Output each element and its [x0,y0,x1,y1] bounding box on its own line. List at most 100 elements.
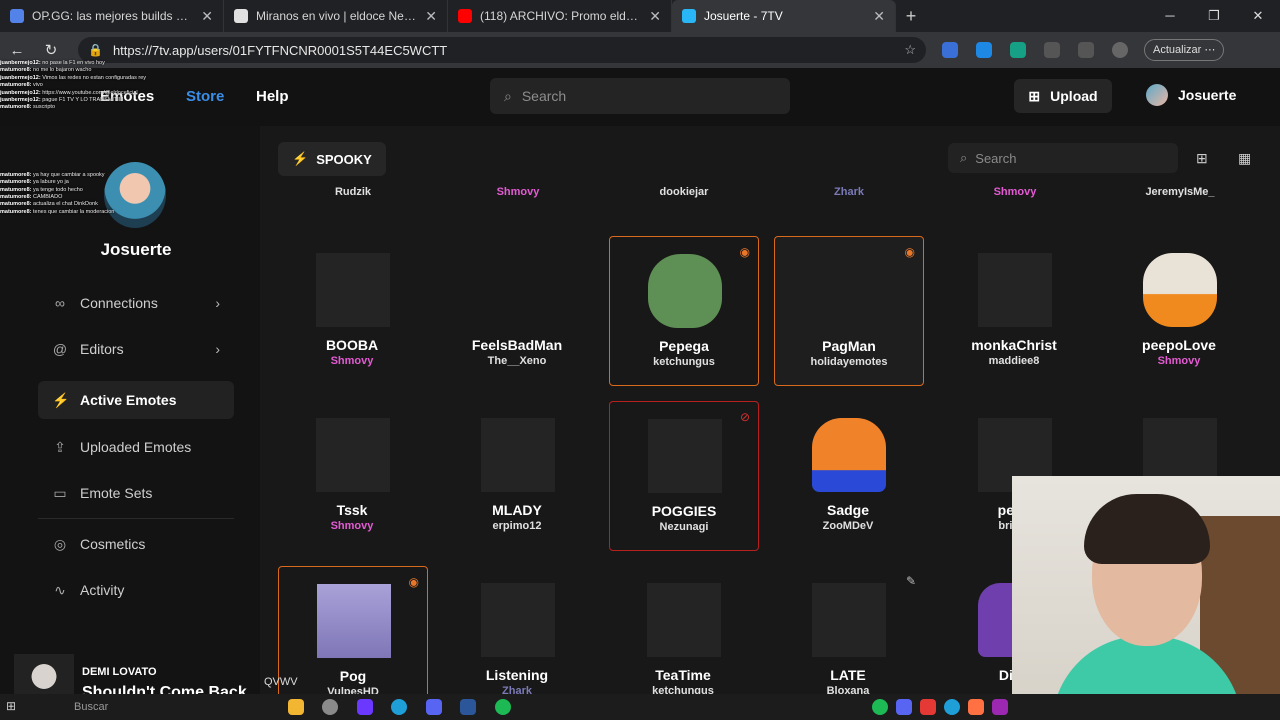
folder-icon: ▭ [53,484,67,501]
list-view-icon[interactable]: ▦ [1238,150,1251,167]
emote-author: ketchungus [652,685,714,694]
sidebar-item-label: Editors [80,341,124,357]
translate-extension-icon[interactable] [942,42,958,58]
discord-icon[interactable] [426,699,442,715]
emote-card-selected[interactable]: ◉ PagMan holidayemotes [774,236,924,386]
sidebar-item-uploaded-emotes[interactable]: ⇪ Uploaded Emotes [38,428,234,466]
emote-name: POGGIES [651,503,717,519]
close-tab-icon[interactable]: ✕ [873,8,885,25]
sidebar-item-label: Activity [80,582,125,598]
chat-line: juanbermejo12: https://www.youtube.com/@… [0,89,138,96]
sidebar-item-connections[interactable]: ∞ Connections › [38,284,234,322]
emote-card[interactable]: peepoLove Shmovy [1105,236,1255,386]
emote-card[interactable]: monkaChrist maddiee8 [940,236,1090,386]
emote-author: Zhark [834,186,864,198]
extension-icon[interactable] [976,42,992,58]
file-explorer-icon[interactable] [288,699,304,715]
browser-tab[interactable]: (118) ARCHIVO: Promo eldoce 6 a ✕ [448,0,672,32]
extension-icon[interactable] [1010,42,1026,58]
windows-start-icon[interactable]: ⊞ [6,699,16,713]
emote-card[interactable]: BOOBA Shmovy [278,236,428,386]
sidebar-item-emote-sets[interactable]: ▭ Emote Sets [38,474,234,512]
flame-icon: ◉ [904,245,915,259]
chat-line: matumore8: vivo [0,82,43,89]
activity-icon: ∿ [54,581,66,598]
sidebar-item-cosmetics[interactable]: ◎ Cosmetics [38,525,234,563]
minimize-icon[interactable]: ─ [1148,0,1192,32]
sidebar-item-label: Active Emotes [80,392,177,408]
tab-favicon-icon [10,9,24,23]
search-icon: ⌕ [504,87,512,104]
close-tab-icon[interactable]: ✕ [649,8,661,25]
new-tab-button[interactable]: + [896,6,926,27]
collections-icon[interactable] [1078,42,1094,58]
search-placeholder: Search [521,88,567,104]
user-menu[interactable]: Josuerte [1146,84,1236,106]
avatar [1146,84,1168,106]
discord-tray-icon[interactable] [896,699,912,715]
upload-icon: ⊞ [1028,87,1041,104]
tray-icon[interactable] [992,699,1008,715]
emote-card-selected[interactable]: ◉ Pepega ketchungus [609,236,759,386]
site-search-input[interactable]: ⌕ Search [490,78,790,114]
upload-label: Upload [1050,88,1098,104]
tab-title: OP.GG: las mejores builds y tier lis [32,9,193,23]
close-tab-icon[interactable]: ✕ [201,8,213,25]
nav-help[interactable]: Help [256,88,289,105]
emote-image [648,254,722,328]
profile-avatar-icon[interactable] [1112,42,1128,58]
sidebar-item-active-emotes[interactable]: ⚡ Active Emotes [38,381,234,419]
emote-author: Zhark [502,685,532,694]
emote-set-selector[interactable]: ⚡ SPOOKY [278,142,386,176]
emote-author: Shmovy [496,186,540,198]
emote-name: FeelsBadMan [471,337,563,353]
close-tab-icon[interactable]: ✕ [425,8,437,25]
reload-icon[interactable]: ↻ [34,41,68,59]
browser-tab[interactable]: OP.GG: las mejores builds y tier lis ✕ [0,0,224,32]
emote-card[interactable]: Sadge ZooMDeV [774,401,924,551]
word-icon[interactable] [460,699,476,715]
sidebar-item-activity[interactable]: ∿ Activity [38,571,234,609]
emote-image [978,253,1052,327]
sidebar-item-editors[interactable]: @ Editors › [38,330,234,368]
puzzle-icon[interactable] [1044,42,1060,58]
spotify-tray-icon[interactable] [872,699,888,715]
emote-name: Listening [485,667,549,683]
chat-line: matumore8: no me lo bajaron wacho [0,67,92,74]
emote-image [481,583,555,657]
chat-line: matumore8: suscripto [0,104,56,111]
emote-author: JeremyIsMe_ [1145,186,1215,198]
emote-card[interactable]: ✎ LATE Bloxana [774,566,924,694]
emote-card[interactable]: Listening Zhark [443,566,593,694]
close-window-icon[interactable]: ✕ [1236,0,1280,32]
tray-icon[interactable] [920,699,936,715]
emote-search-input[interactable]: ⌕ Search [948,143,1178,173]
spotify-icon[interactable] [495,699,511,715]
emote-card[interactable]: MLADY erpimo12 [443,401,593,551]
upload-button[interactable]: ⊞ Upload [1014,79,1112,113]
emote-card-conflict[interactable]: ⊘ POGGIES Nezunagi [609,401,759,551]
emote-card[interactable]: TeaTime ketchungus [609,566,759,694]
favorite-star-icon[interactable]: ☆ [904,42,916,58]
browser-tab-active[interactable]: Josuerte - 7TV ✕ [672,0,896,32]
maximize-icon[interactable]: ❐ [1192,0,1236,32]
chat-line: matumore8: actualiza el chat DinkDonk [0,201,98,208]
grid-view-icon[interactable]: ⊞ [1196,150,1208,167]
emote-author: holidayemotes [810,356,888,368]
edge-icon[interactable] [391,699,407,715]
tray-icon[interactable] [944,699,960,715]
update-button[interactable]: Actualizar ⋯ [1144,39,1225,61]
tray-icon[interactable] [968,699,984,715]
chat-line: matumore8: ya labure yo ja [0,179,69,186]
emote-card[interactable]: FeelsBadMan The__Xeno [443,236,593,386]
app-icon[interactable] [322,699,338,715]
emote-card-selected[interactable]: ◉ Pog VulpesHD [278,566,428,694]
taskbar-search[interactable]: Buscar [74,701,108,713]
emote-card[interactable]: Tssk Shmovy [278,401,428,551]
back-icon[interactable]: ← [0,42,34,59]
browser-tab[interactable]: Miranos en vivo | eldoce Neuquén ✕ [224,0,448,32]
emote-image [648,419,722,493]
app-icon[interactable] [357,699,373,715]
at-icon: @ [52,341,68,357]
tab-favicon-icon [458,9,472,23]
